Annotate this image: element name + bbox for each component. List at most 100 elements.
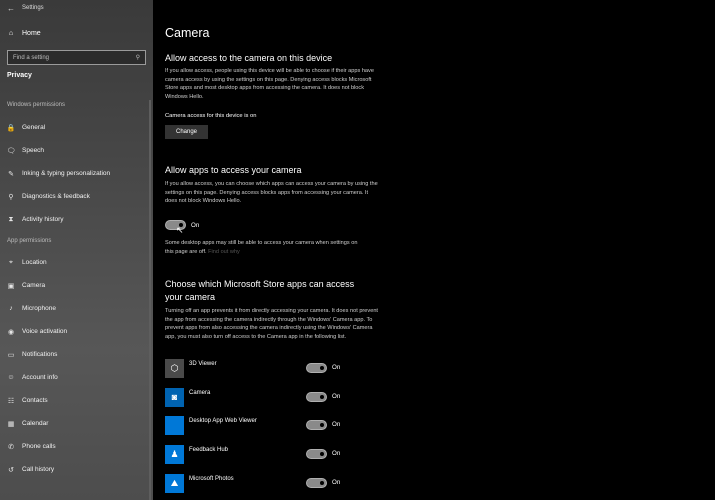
contacts-icon: ☷ xyxy=(7,397,15,405)
sidebar-item-label: Phone calls xyxy=(22,443,56,450)
sidebar-item-label: Speech xyxy=(22,147,45,154)
sidebar-item-label: Home xyxy=(22,29,41,37)
app-access-note: Some desktop apps may still be able to a… xyxy=(165,239,365,256)
toggle-knob xyxy=(320,480,324,485)
app-name: Microsoft Photos xyxy=(189,475,234,482)
sidebar-item-voice-activation[interactable]: ◉ Voice activation xyxy=(0,320,153,343)
sidebar-item-label: Contacts xyxy=(22,397,48,404)
call-history-icon: ↺ xyxy=(8,466,14,474)
app-row: ♟ Feedback Hub On xyxy=(165,445,365,465)
app-name: Desktop App Web Viewer xyxy=(189,418,257,425)
change-button[interactable]: Change xyxy=(165,125,208,139)
sidebar-item-label: Notifications xyxy=(22,351,58,358)
app-toggle-label: On xyxy=(332,450,341,458)
sidebar-item-label: Microphone xyxy=(22,305,56,312)
device-access-status: Camera access for this device is on xyxy=(165,113,257,119)
3d-viewer-icon: ⬡ xyxy=(165,359,184,378)
store-apps-heading-line1: Choose which Microsoft Store apps can ac… xyxy=(165,279,355,289)
app-toggle[interactable] xyxy=(306,420,327,431)
feedback-hub-icon: ♟ xyxy=(165,445,184,465)
phone-icon: ✆ xyxy=(8,443,14,451)
app-toggle-label: On xyxy=(332,392,341,400)
sidebar-item-label: Diagnostics & feedback xyxy=(22,193,90,200)
sidebar-item-label: General xyxy=(22,124,46,131)
app-toggle[interactable] xyxy=(306,449,327,460)
back-arrow-icon[interactable]: ← xyxy=(0,4,22,13)
diagnostics-icon: ⚲ xyxy=(8,193,14,201)
app-access-heading: Allow apps to access your camera xyxy=(165,165,302,175)
app-access-note-text: Some desktop apps may still be able to a… xyxy=(165,240,358,255)
home-icon: ⌂ xyxy=(8,29,14,37)
device-access-heading: Allow access to the camera on this devic… xyxy=(165,53,333,63)
sidebar-item-general[interactable]: 🔒 General xyxy=(0,116,153,139)
sidebar-item-microphone[interactable]: ♪ Microphone xyxy=(0,297,153,320)
activity-history-icon: ⧗ xyxy=(8,215,14,223)
sidebar-item-home[interactable]: ⌂ Home xyxy=(0,23,153,43)
sidebar-item-inking-typing-personalization[interactable]: ✎ Inking & typing personalization xyxy=(0,162,153,185)
sidebar: ← Settings ⌂ Home Find a setting ⚲ Priva… xyxy=(0,0,153,500)
sidebar-item-label: Voice activation xyxy=(22,328,68,335)
app-row: ⬡ 3D Viewer On xyxy=(165,359,365,379)
app-name: Feedback Hub xyxy=(189,447,229,454)
section-title: Privacy xyxy=(7,72,32,79)
app-access-description: If you allow access, you can choose whic… xyxy=(165,181,378,205)
location-icon: ⌖ xyxy=(9,258,13,266)
app-row: ◙ Camera On xyxy=(165,387,365,408)
app-toggle[interactable] xyxy=(306,363,327,373)
sidebar-scrollbar[interactable] xyxy=(149,100,151,500)
sidebar-item-label: Activity history xyxy=(22,216,64,223)
sidebar-item-label: Camera xyxy=(22,282,46,289)
account-info-icon: ☺ xyxy=(7,374,15,381)
app-row: Desktop App Web Viewer On xyxy=(165,416,365,436)
device-access-description: If you allow access, people using this d… xyxy=(165,68,374,100)
search-icon: ⚲ xyxy=(135,55,140,61)
app-toggle-label: On xyxy=(332,478,341,486)
page-title: Camera xyxy=(165,26,210,40)
app-access-toggle-label: On xyxy=(191,222,200,229)
lock-icon: 🔒 xyxy=(6,124,16,132)
sidebar-item-activity-history[interactable]: ⧗ Activity history xyxy=(0,208,153,231)
microphone-icon: ♪ xyxy=(9,305,13,312)
sidebar-item-label: Inking & typing personalization xyxy=(22,170,111,177)
toggle-knob xyxy=(320,423,324,428)
sidebar-item-notifications[interactable]: ▭ Notifications xyxy=(0,343,153,366)
title-bar: ← Settings xyxy=(0,0,153,16)
toggle-knob xyxy=(320,452,324,457)
sidebar-item-label: Calendar xyxy=(22,420,49,427)
calendar-icon: ▦ xyxy=(7,420,15,428)
store-apps-description: Turning off an app prevents it from dire… xyxy=(165,308,378,340)
app-row: ⛰ Microsoft Photos On xyxy=(165,473,365,494)
window-title: Settings xyxy=(22,5,44,11)
mouse-cursor-icon: ↖ xyxy=(176,225,184,235)
toggle-knob xyxy=(320,366,324,370)
sidebar-item-phone-calls[interactable]: ✆ Phone calls xyxy=(0,435,153,458)
photos-icon: ⛰ xyxy=(165,473,184,493)
sidebar-item-label: Location xyxy=(22,259,47,266)
sidebar-item-location[interactable]: ⌖ Location xyxy=(0,251,153,274)
camera-app-icon: ◙ xyxy=(165,387,184,407)
app-name: Camera xyxy=(189,389,211,396)
sidebar-item-speech[interactable]: 🗨 Speech xyxy=(0,139,153,162)
voice-activation-icon: ◉ xyxy=(7,328,15,336)
sidebar-item-diagnostics-feedback[interactable]: ⚲ Diagnostics & feedback xyxy=(0,185,153,208)
sidebar-item-calendar[interactable]: ▦ Calendar xyxy=(0,412,153,435)
speech-icon: 🗨 xyxy=(6,147,16,155)
store-apps-heading-line2: your camera xyxy=(165,292,216,302)
find-out-why-link[interactable]: Find out why xyxy=(208,249,240,255)
sidebar-item-label: Account info xyxy=(22,374,58,381)
camera-icon: ▣ xyxy=(7,282,15,290)
search-input[interactable]: Find a setting ⚲ xyxy=(7,50,146,65)
sidebar-item-contacts[interactable]: ☷ Contacts xyxy=(0,389,153,412)
app-toggle[interactable] xyxy=(306,477,327,488)
sidebar-item-call-history[interactable]: ↺ Call history xyxy=(0,458,153,481)
app-toggle-label: On xyxy=(332,421,341,429)
notifications-icon: ▭ xyxy=(7,351,15,359)
toggle-knob xyxy=(320,394,324,399)
sidebar-item-label: Call history xyxy=(22,466,55,473)
inking-icon: ✎ xyxy=(8,170,14,178)
app-name: 3D Viewer xyxy=(189,361,217,367)
app-toggle-label: On xyxy=(332,364,341,371)
app-toggle[interactable] xyxy=(306,391,327,402)
sidebar-item-camera[interactable]: ▣ Camera xyxy=(0,274,153,297)
sidebar-item-account-info[interactable]: ☺ Account info xyxy=(0,366,153,389)
